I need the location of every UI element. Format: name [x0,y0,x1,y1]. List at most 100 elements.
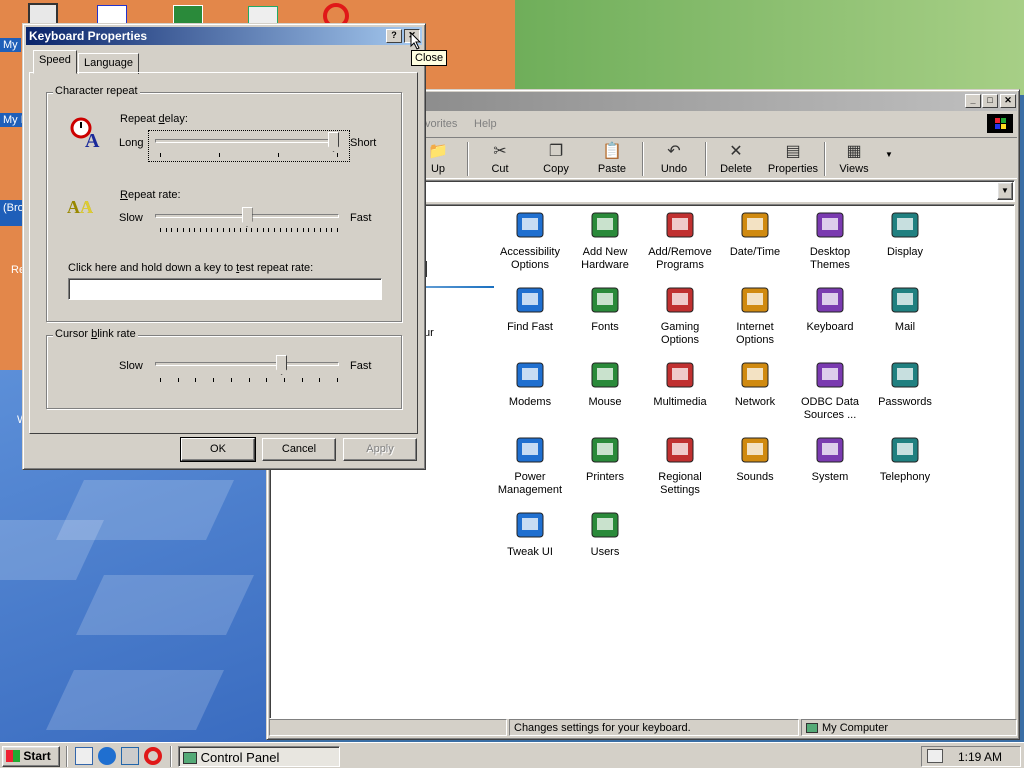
cp-item-sounds[interactable]: Sounds [717,434,793,484]
dialog-title: Keyboard Properties [29,29,148,43]
cancel-button[interactable]: Cancel [262,438,336,461]
cp-item-network[interactable]: Network [717,359,793,409]
tick-mark [177,228,179,232]
cp-item-telephony[interactable]: Telephony [867,434,943,484]
slider-thumb[interactable] [276,355,288,375]
cp-item-add-new-hardware[interactable]: Add New Hardware [567,209,643,272]
help-icon: ? [391,30,397,40]
cp-item-tweak-ui[interactable]: Tweak UI [492,509,568,559]
control-panel-icon [183,752,197,764]
cp-item-power-management[interactable]: Power Management [492,434,568,497]
taskbar: Start Control Panel 1:19 AM [0,742,1024,768]
slider-thumb[interactable] [241,207,253,227]
maximize-button[interactable]: □ [982,94,998,108]
cursor-blink-slider[interactable] [149,354,349,384]
tick-mark [325,228,327,232]
cp-item-odbc-data-sources[interactable]: ODBC Data Sources ... [792,359,868,422]
cp-item-mail[interactable]: Mail [867,284,943,334]
apply-button[interactable]: Apply [343,438,417,461]
tick-mark [314,228,316,232]
tick-mark [283,378,285,382]
repeat-rate-min-label: Slow [119,212,143,224]
slider-track [155,362,339,366]
toolbar-separator [824,142,826,176]
cp-item-keyboard[interactable]: Keyboard [792,284,868,334]
dialog-titlebar[interactable]: Keyboard Properties ? ✕ [26,27,422,45]
address-dropdown-button[interactable]: ▼ [997,182,1013,200]
display-icon [888,209,922,243]
toolbar-properties-button[interactable]: ▤ Properties [763,140,823,178]
status-pane-empty [269,719,507,736]
cp-item-regional-settings[interactable]: Regional Settings [642,434,718,497]
test-repeat-label: Click here and hold down a key to test r… [68,262,314,274]
cp-item-fonts[interactable]: Fonts [567,284,643,334]
tab-language[interactable]: Language [78,53,139,74]
tick-mark [274,228,276,232]
toolbar-undo-button[interactable]: ↶ Undo [647,140,701,178]
cp-item-system[interactable]: System [792,434,868,484]
tab-speed[interactable]: Speed [33,50,77,74]
cp-item-desktop-themes[interactable]: Desktop Themes [792,209,868,272]
taskbar-separator [170,746,172,767]
tick-mark [219,153,220,157]
start-button[interactable]: Start [2,746,60,767]
cp-item-multimedia[interactable]: Multimedia [642,359,718,409]
repeat-rate-slider[interactable] [149,206,349,236]
cp-item-date-time[interactable]: Date/Time [717,209,793,259]
display-settings-tray-icon[interactable] [927,749,943,763]
close-button[interactable]: ✕ [1000,94,1016,108]
windows-flag-icon [6,750,20,762]
cp-item-printers[interactable]: Printers [567,434,643,484]
cp-item-mouse[interactable]: Mouse [567,359,643,409]
cp-item-add-remove-programs[interactable]: Add/Remove Programs [642,209,718,272]
minimize-button[interactable]: _ [965,94,981,108]
cp-item-modems[interactable]: Modems [492,359,568,409]
svg-text:A: A [80,197,93,217]
cp-item-gaming-options[interactable]: Gaming Options [642,284,718,347]
tick-mark [266,378,268,382]
cp-item-find-fast[interactable]: Find Fast [492,284,568,334]
ok-button[interactable]: OK [180,437,256,462]
cp-item-users[interactable]: Users [567,509,643,559]
slider-thumb[interactable] [328,132,339,152]
printers-folder-icon [588,434,622,468]
group-label: Cursor blink rate [53,328,138,340]
internet-explorer-icon[interactable] [98,747,116,765]
show-desktop-icon[interactable] [75,747,93,765]
tick-mark [160,153,161,157]
desktop-icon-label[interactable]: My [0,38,21,52]
cp-item-display[interactable]: Display [867,209,943,259]
repeat-rate-label: Repeat rate: [120,189,181,201]
toolbar-delete-button[interactable]: ✕ Delete [709,140,763,178]
up-folder-icon: 📁 [428,143,448,160]
tick-mark [177,378,179,382]
odbc-icon [813,359,847,393]
taskbar-control-panel-button[interactable]: Control Panel [178,746,340,767]
toolbar-paste-button[interactable]: 📋 Paste [585,140,639,178]
menu-favorites[interactable]: vorites [425,118,457,130]
network-icon [738,359,772,393]
opera-icon[interactable] [144,747,162,765]
repeat-delay-label: Repeat delay: [120,113,188,125]
toolbar-views-button[interactable]: ▦ Views [827,140,881,178]
wallpaper-tile [46,670,224,730]
cp-item-passwords[interactable]: Passwords [867,359,943,409]
desktop-wallpaper-green [515,0,1024,95]
toolbar-copy-button[interactable]: ❐ Copy [529,140,583,178]
svg-text:A: A [85,130,100,149]
views-dropdown-arrow-icon[interactable]: ▼ [885,150,893,159]
clock[interactable]: 1:19 AM [958,750,1002,764]
cp-item-accessibility-options[interactable]: Accessibility Options [492,209,568,272]
toolbar-cut-button[interactable]: ✂ Cut [473,140,527,178]
cp-item-internet-options[interactable]: Internet Options [717,284,793,347]
tick-mark [302,228,304,232]
outlook-express-icon[interactable] [121,747,139,765]
tick-mark [248,378,250,382]
cursor-blink-min-label: Slow [119,360,143,372]
keys-icon [888,359,922,393]
test-repeat-input[interactable] [68,278,382,300]
menu-help[interactable]: Help [474,118,497,130]
help-button[interactable]: ? [386,29,402,43]
repeat-delay-slider[interactable] [148,130,350,162]
cursor-blink-max-label: Fast [350,360,372,372]
